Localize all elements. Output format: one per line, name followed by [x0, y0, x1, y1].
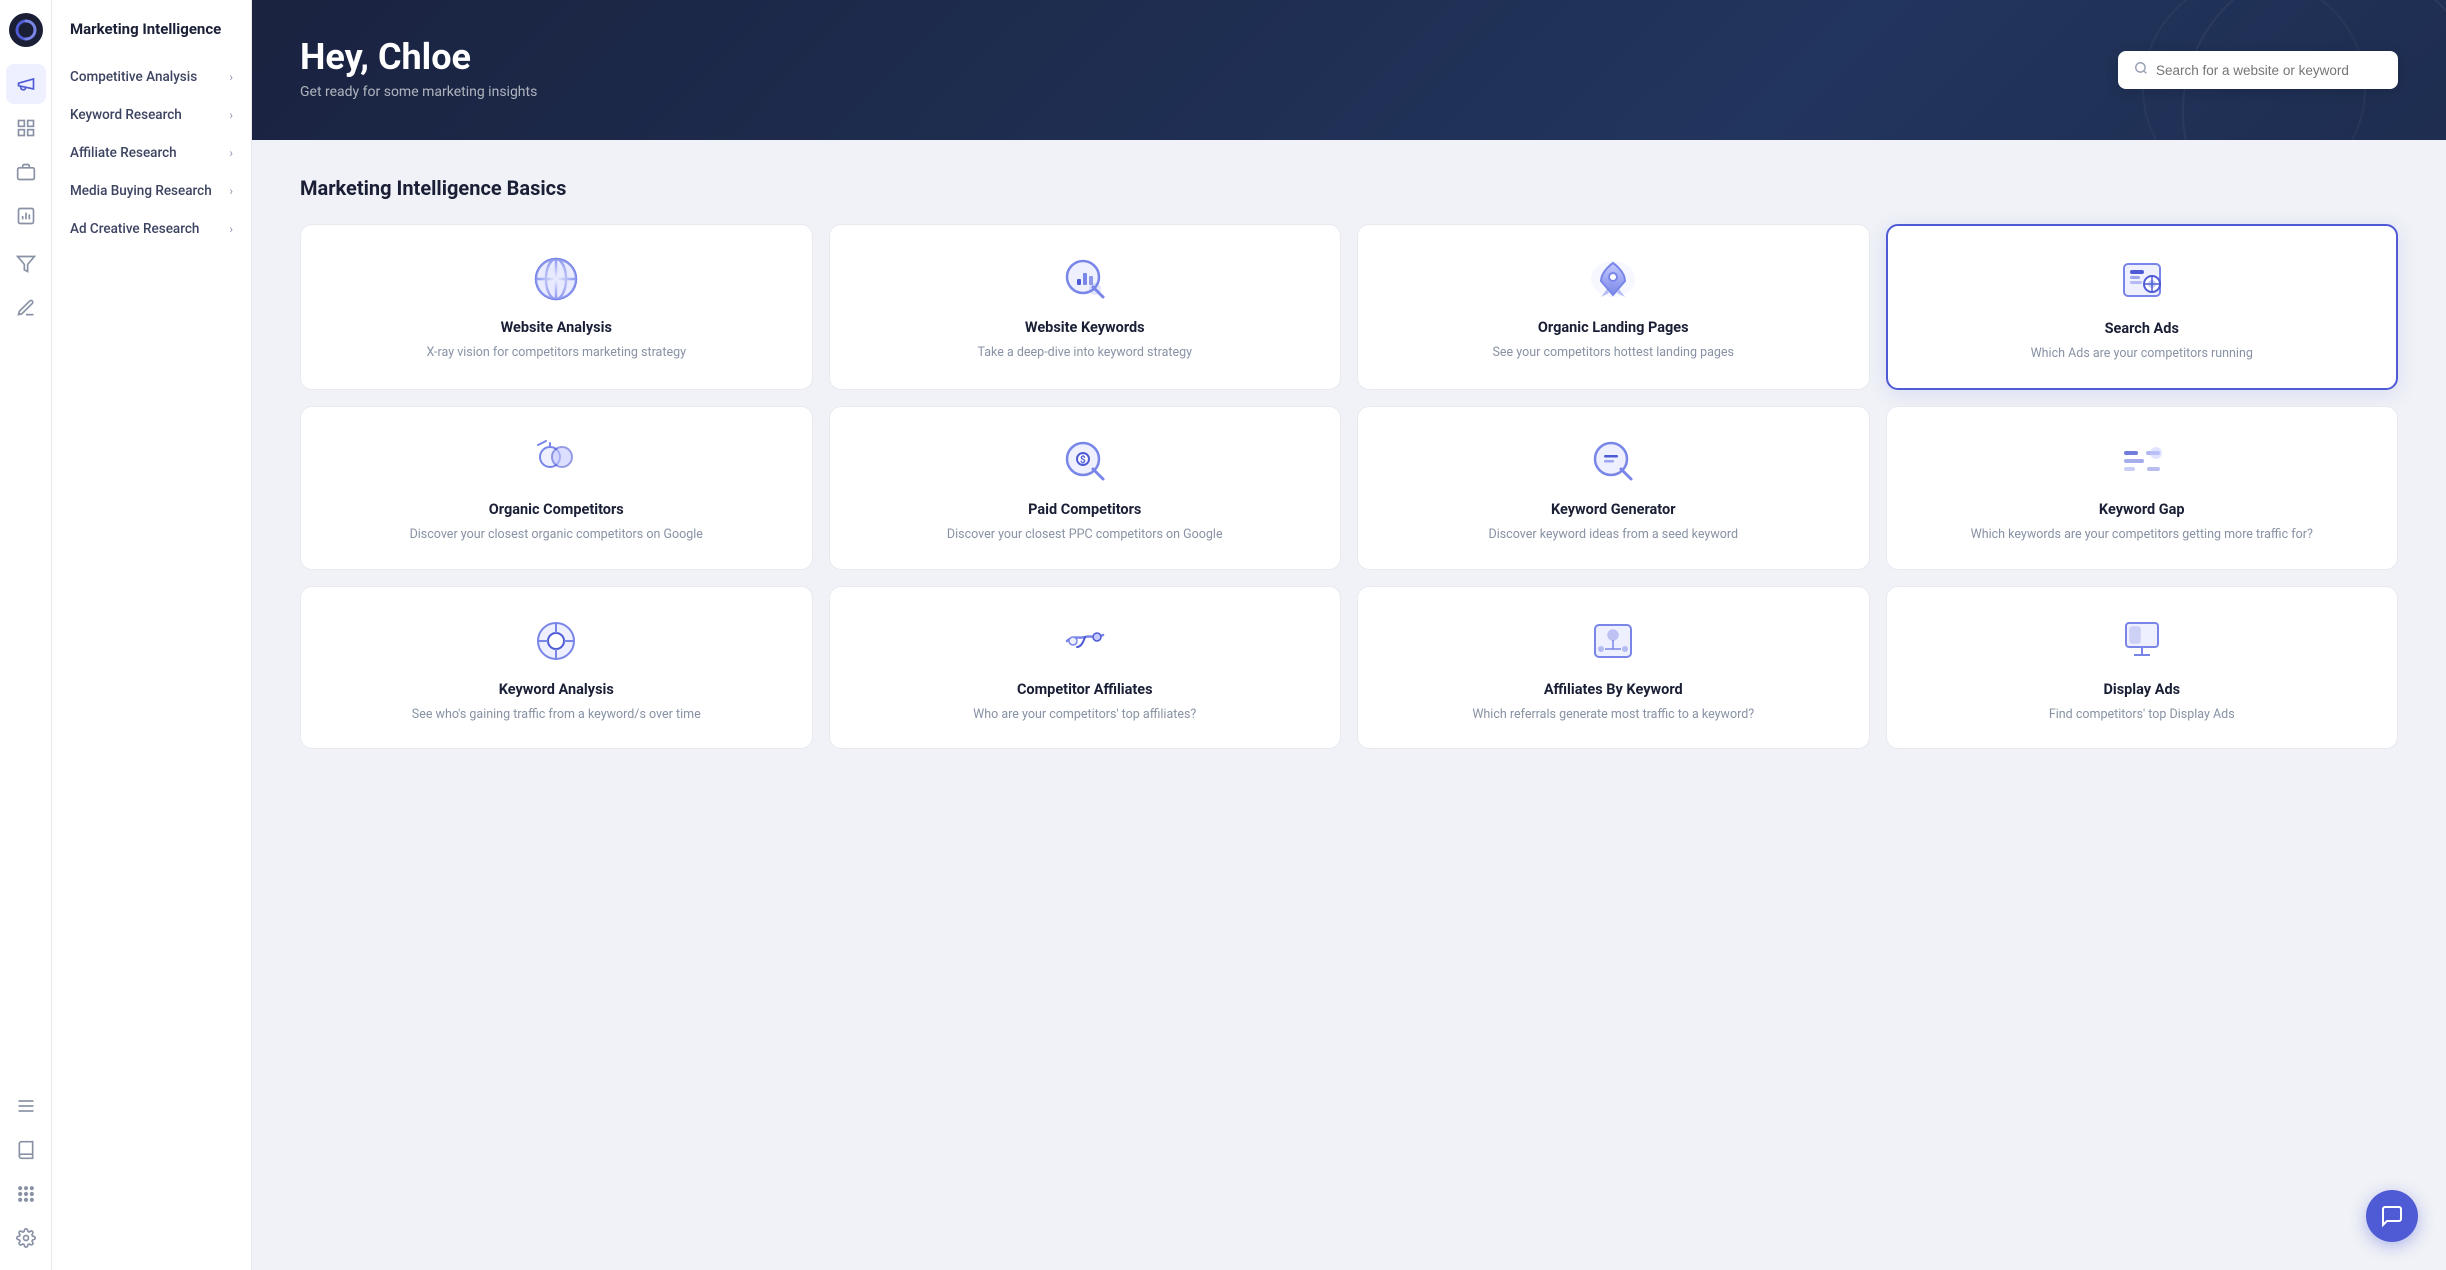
card-competitor-affiliates[interactable]: Competitor Affiliates Who are your compe… [829, 586, 1342, 750]
card-organic-landing-pages[interactable]: Organic Landing Pages See your competito… [1357, 224, 1870, 390]
book-nav-icon[interactable] [6, 1130, 46, 1170]
card-desc-affiliates-by-keyword: Which referrals generate most traffic to… [1472, 706, 1754, 725]
card-icon-affiliates-by-keyword [1587, 615, 1639, 667]
app-logo[interactable] [8, 12, 44, 48]
card-icon-organic-landing-pages [1587, 253, 1639, 305]
card-icon-organic-competitors [530, 435, 582, 487]
nav-item-label: Competitive Analysis [70, 69, 197, 85]
nav-item-label: Keyword Research [70, 107, 182, 123]
card-desc-search-ads: Which Ads are your competitors running [2031, 345, 2253, 364]
briefcase-nav-icon[interactable] [6, 152, 46, 192]
card-website-keywords[interactable]: Website Keywords Take a deep-dive into k… [829, 224, 1342, 390]
card-paid-competitors[interactable]: $ Paid Competitors Discover your closest… [829, 406, 1342, 570]
card-desc-keyword-gap: Which keywords are your competitors gett… [1971, 526, 2313, 545]
filter-nav-icon[interactable] [6, 244, 46, 284]
card-desc-paid-competitors: Discover your closest PPC competitors on… [947, 526, 1223, 545]
card-desc-competitor-affiliates: Who are your competitors' top affiliates… [973, 706, 1196, 725]
search-icon [2134, 61, 2148, 79]
nav-item-label: Media Buying Research [70, 183, 212, 199]
chevron-icon: › [229, 108, 233, 122]
settings-nav-icon[interactable] [6, 1218, 46, 1258]
cards-grid: Website Analysis X-ray vision for compet… [300, 224, 2398, 749]
card-keyword-generator[interactable]: Keyword Generator Discover keyword ideas… [1357, 406, 1870, 570]
card-title-competitor-affiliates: Competitor Affiliates [1017, 681, 1153, 698]
section-title: Marketing Intelligence Basics [300, 176, 2398, 200]
card-organic-competitors[interactable]: Organic Competitors Discover your closes… [300, 406, 813, 570]
pen-nav-icon[interactable] [6, 288, 46, 328]
card-desc-organic-competitors: Discover your closest organic competitor… [410, 526, 703, 545]
card-icon-keyword-analysis [530, 615, 582, 667]
nav-item-keyword-research[interactable]: Keyword Research › [52, 96, 251, 134]
card-icon-keyword-generator [1587, 435, 1639, 487]
card-title-keyword-analysis: Keyword Analysis [499, 681, 614, 698]
card-desc-keyword-generator: Discover keyword ideas from a seed keywo… [1488, 526, 1738, 545]
apps-nav-icon[interactable] [6, 1174, 46, 1214]
header-search-box[interactable] [2118, 51, 2398, 89]
card-title-keyword-gap: Keyword Gap [2099, 501, 2185, 518]
chevron-icon: › [229, 146, 233, 160]
content-area: Marketing Intelligence Basics Website An… [252, 140, 2446, 1270]
nav-item-media-buying[interactable]: Media Buying Research › [52, 172, 251, 210]
card-icon-display-ads [2116, 615, 2168, 667]
card-desc-keyword-analysis: See who's gaining traffic from a keyword… [412, 706, 701, 725]
chevron-icon: › [229, 184, 233, 198]
card-keyword-gap[interactable]: Keyword Gap Which keywords are your comp… [1886, 406, 2399, 570]
nav-item-competitive-analysis[interactable]: Competitive Analysis › [52, 58, 251, 96]
card-search-ads[interactable]: Search Ads Which Ads are your competitor… [1886, 224, 2399, 390]
card-icon-keyword-gap [2116, 435, 2168, 487]
icon-sidebar [0, 0, 52, 1270]
main-content-area: Hey, Chloe Get ready for some marketing … [252, 0, 2446, 1270]
card-icon-website-keywords [1059, 253, 1111, 305]
menu-nav-icon[interactable] [6, 1086, 46, 1126]
chat-button[interactable] [2366, 1190, 2418, 1242]
card-icon-competitor-affiliates [1059, 615, 1111, 667]
nav-sidebar-title: Marketing Intelligence [52, 20, 251, 58]
card-title-organic-landing-pages: Organic Landing Pages [1538, 319, 1689, 336]
card-title-website-analysis: Website Analysis [501, 319, 612, 336]
chevron-icon: › [229, 70, 233, 84]
card-title-organic-competitors: Organic Competitors [489, 501, 624, 518]
card-title-search-ads: Search Ads [2105, 320, 2179, 337]
card-desc-display-ads: Find competitors' top Display Ads [2049, 706, 2235, 725]
chart-nav-icon[interactable] [6, 196, 46, 236]
card-title-paid-competitors: Paid Competitors [1028, 501, 1141, 518]
card-display-ads[interactable]: Display Ads Find competitors' top Displa… [1886, 586, 2399, 750]
nav-item-affiliate-research[interactable]: Affiliate Research › [52, 134, 251, 172]
nav-sidebar: Marketing Intelligence Competitive Analy… [52, 0, 252, 1270]
card-desc-website-keywords: Take a deep-dive into keyword strategy [977, 344, 1192, 363]
card-keyword-analysis[interactable]: Keyword Analysis See who's gaining traff… [300, 586, 813, 750]
card-title-display-ads: Display Ads [2103, 681, 2180, 698]
card-icon-website-analysis [530, 253, 582, 305]
header-greeting: Hey, Chloe [300, 36, 2398, 78]
nav-item-ad-creative[interactable]: Ad Creative Research › [52, 210, 251, 248]
card-icon-search-ads [2116, 254, 2168, 306]
card-desc-organic-landing-pages: See your competitors hottest landing pag… [1493, 344, 1735, 363]
card-website-analysis[interactable]: Website Analysis X-ray vision for compet… [300, 224, 813, 390]
card-desc-website-analysis: X-ray vision for competitors marketing s… [426, 344, 686, 363]
chevron-icon: › [229, 222, 233, 236]
header-subtitle: Get ready for some marketing insights [300, 84, 2398, 100]
card-title-website-keywords: Website Keywords [1025, 319, 1145, 336]
search-input[interactable] [2156, 63, 2382, 78]
grid-nav-icon[interactable] [6, 108, 46, 148]
card-title-keyword-generator: Keyword Generator [1551, 501, 1676, 518]
card-icon-paid-competitors: $ [1059, 435, 1111, 487]
card-affiliates-by-keyword[interactable]: Affiliates By Keyword Which referrals ge… [1357, 586, 1870, 750]
header: Hey, Chloe Get ready for some marketing … [252, 0, 2446, 140]
nav-item-label: Ad Creative Research [70, 221, 199, 237]
nav-item-label: Affiliate Research [70, 145, 177, 161]
card-title-affiliates-by-keyword: Affiliates By Keyword [1544, 681, 1683, 698]
megaphone-nav-icon[interactable] [6, 64, 46, 104]
svg-text:$: $ [1080, 453, 1086, 466]
